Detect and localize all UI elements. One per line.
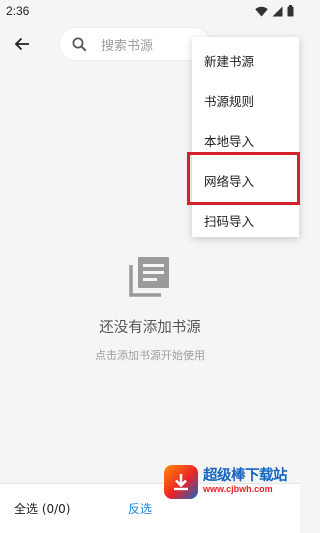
arrow-back-icon — [14, 37, 29, 51]
menu-item-qr-import[interactable]: 扫码导入 — [192, 200, 299, 240]
menu-item-source-rules[interactable]: 书源规则 — [192, 80, 299, 120]
overflow-menu: 新建书源 书源规则 本地导入 网络导入 扫码导入 — [192, 37, 299, 237]
watermark-title: 超级棒下载站 — [203, 468, 288, 485]
search-placeholder: 搜索书源 — [101, 38, 154, 54]
search-icon — [72, 37, 87, 51]
watermark-text: 超级棒下载站 www.cjbwh.com — [203, 468, 288, 495]
watermark: 超级棒下载站 www.cjbwh.com — [164, 462, 300, 502]
status-time: 2:36 — [6, 4, 30, 18]
status-icons — [255, 5, 294, 17]
empty-state: 还没有添加书源 点击添加书源开始使用 — [0, 252, 300, 363]
book-library-icon — [129, 257, 169, 297]
watermark-url: www.cjbwh.com — [203, 484, 273, 495]
back-button[interactable] — [8, 30, 36, 58]
select-all-checkbox[interactable]: 全选 (0/0) — [14, 500, 71, 517]
watermark-logo — [164, 465, 198, 499]
battery-icon — [287, 5, 294, 17]
status-bar: 2:36 — [0, 0, 300, 22]
search-input[interactable]: 搜索书源 — [60, 28, 210, 60]
empty-subtitle: 点击添加书源开始使用 — [95, 349, 205, 362]
wifi-icon — [255, 6, 268, 16]
highlight-box — [187, 152, 300, 205]
menu-item-new-source[interactable]: 新建书源 — [192, 40, 299, 80]
empty-title: 还没有添加书源 — [99, 320, 201, 336]
download-arrow-icon — [174, 474, 188, 491]
signal-icon — [272, 6, 283, 16]
invert-selection-button[interactable]: 反选 — [128, 500, 152, 517]
